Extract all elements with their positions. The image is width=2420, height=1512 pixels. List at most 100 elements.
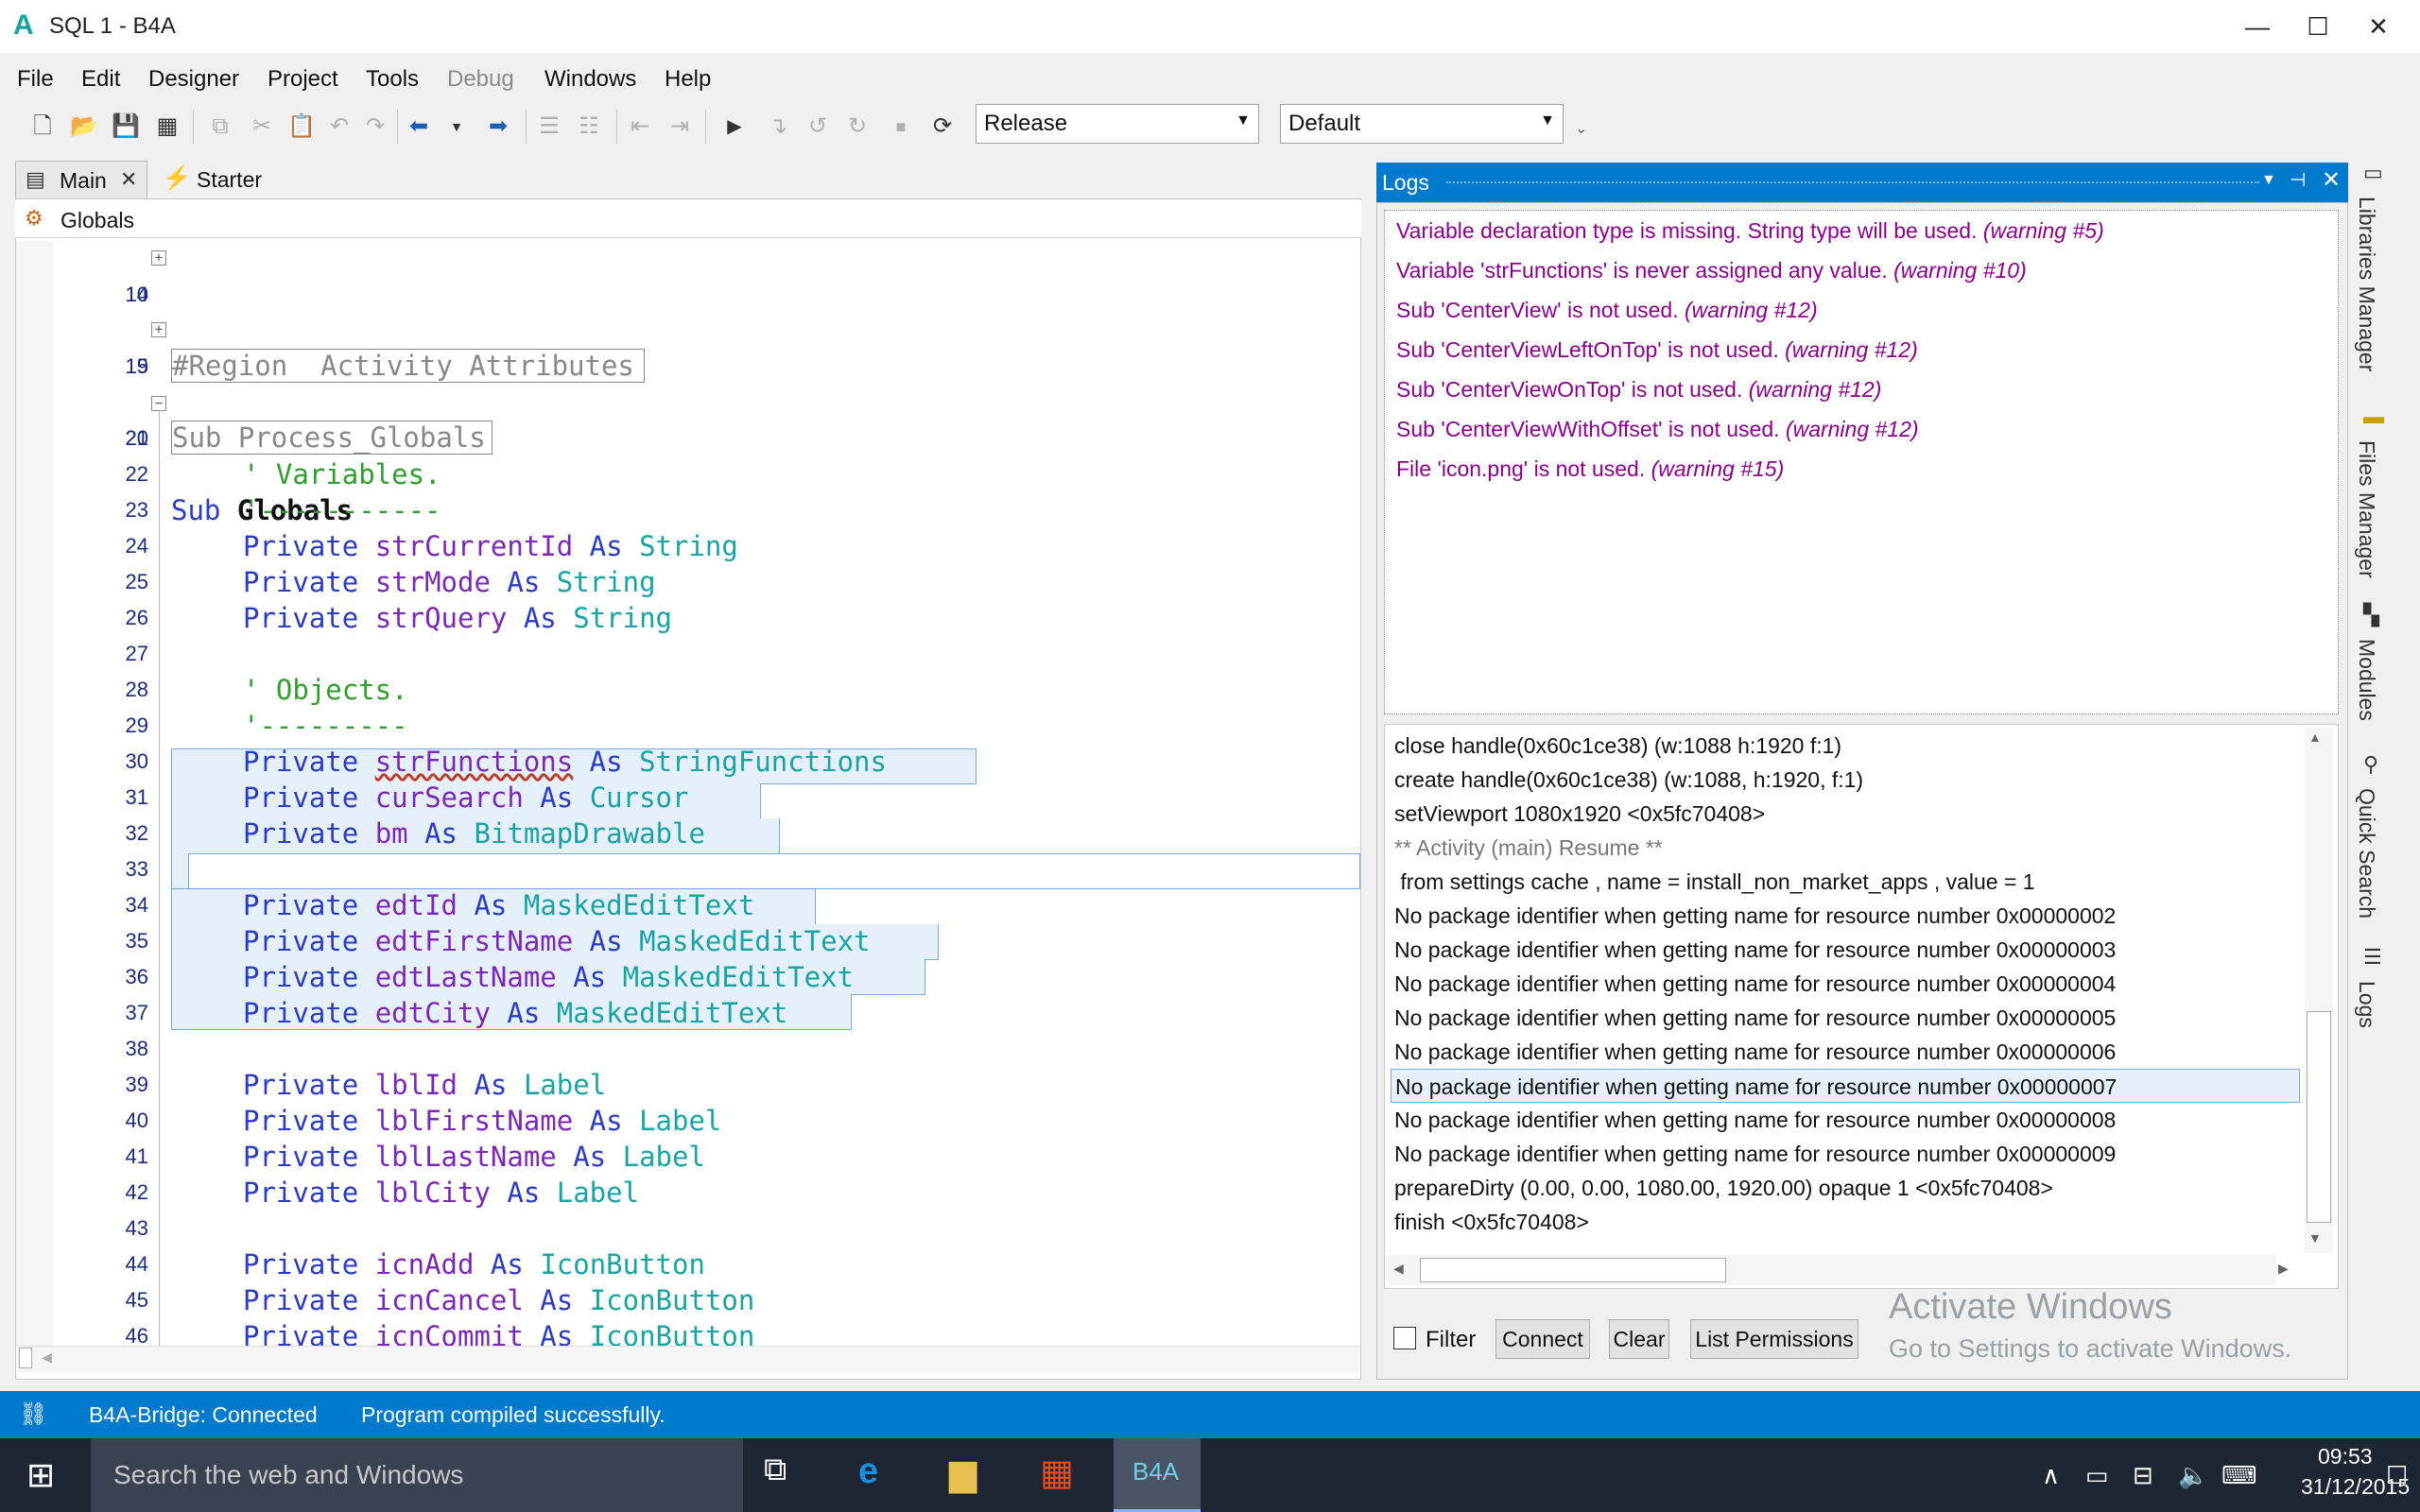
paste-icon[interactable]: 📋 (285, 111, 318, 143)
code-line[interactable]: 24 Private strCurrentId As String (16, 528, 1360, 564)
breadcrumb[interactable]: ⚙ Globals (15, 200, 1361, 238)
warning-item[interactable]: Variable 'strFunctions' is never assigne… (1396, 258, 2027, 284)
code-line[interactable]: 31 Private curSearch As Cursor (16, 780, 1360, 816)
app-icon-taskbar[interactable]: ▦ (1040, 1452, 1074, 1494)
redo-icon[interactable]: ↷ (359, 111, 391, 143)
task-view-icon[interactable]: ⧉ (764, 1452, 786, 1488)
export-zip-icon[interactable]: ▦ (151, 111, 183, 143)
network-icon[interactable]: ⊟ (2133, 1461, 2153, 1490)
code-line[interactable]: 29 '--------- (16, 708, 1360, 744)
log-entry[interactable]: No package identifier when getting name … (1394, 1035, 2116, 1069)
warnings-list[interactable]: Variable declaration type is missing. St… (1384, 210, 2339, 714)
close-tab-icon[interactable]: ✕ (120, 167, 137, 192)
log-entry[interactable]: prepareDirty (0.00, 0.00, 1080.00, 1920.… (1394, 1171, 2053, 1205)
drag-grip[interactable] (1446, 181, 2259, 183)
expand-icon[interactable]: + (151, 322, 166, 337)
log-entry[interactable]: No package identifier when getting name … (1394, 1137, 2116, 1171)
log-entry[interactable]: finish <0x5fc70408> (1394, 1205, 1589, 1239)
filter-checkbox[interactable] (1393, 1327, 1416, 1349)
panel-menu-icon[interactable]: ▼ (2261, 172, 2276, 189)
menu-designer[interactable]: Designer (148, 66, 239, 93)
scroll-thumb[interactable] (19, 1348, 32, 1368)
menu-tools[interactable]: Tools (366, 66, 419, 93)
code-line[interactable]: 36 Private edtLastName As MaskedEditText (16, 959, 1360, 995)
scroll-thumb[interactable] (2307, 1011, 2331, 1223)
log-list[interactable]: close handle(0x60c1ce38) (w:1088 h:1920 … (1384, 724, 2339, 1289)
code-line[interactable]: 42 Private lblCity As Label (16, 1175, 1360, 1211)
scroll-left-icon[interactable]: ◀ (42, 1349, 52, 1366)
scroll-down-icon[interactable]: ▼ (2308, 1230, 2322, 1246)
close-button[interactable]: ✕ (2350, 6, 2407, 47)
code-line[interactable]: 25 Private strMode As String (16, 564, 1360, 600)
code-line[interactable]: 40 Private lblFirstName As Label (16, 1103, 1360, 1139)
code-line[interactable]: 33 (16, 851, 1360, 887)
menu-help[interactable]: Help (665, 66, 711, 93)
side-tab-logs[interactable]: Logs (2354, 981, 2379, 1028)
copy-icon[interactable]: ⧉ (204, 111, 236, 143)
menu-edit[interactable]: Edit (81, 66, 120, 93)
editor-horizontal-scrollbar[interactable] (17, 1346, 1359, 1373)
log-entry[interactable]: setViewport 1080x1920 <0x5fc70408> (1394, 797, 1765, 831)
warning-item[interactable]: Variable declaration type is missing. St… (1396, 218, 2104, 244)
restart-icon[interactable]: ⟳ (926, 111, 959, 143)
warning-item[interactable]: Sub 'CenterViewWithOffset' is not used. … (1396, 417, 1919, 442)
scroll-up-icon[interactable]: ▲ (2308, 730, 2322, 745)
code-line[interactable]: 43 (16, 1211, 1360, 1246)
undo-icon[interactable]: ↶ (323, 111, 355, 143)
code-line[interactable]: 35 Private edtFirstName As MaskedEditText (16, 923, 1360, 959)
code-line[interactable]: 30 Private strFunctions As StringFunction… (16, 744, 1360, 780)
code-line[interactable]: 26 Private strQuery As String (16, 600, 1360, 636)
navigate-dropdown-icon[interactable]: ▼ (441, 111, 473, 143)
cut-icon[interactable]: ✂ (246, 111, 278, 143)
step-out-icon[interactable]: ↻ (841, 111, 873, 143)
code-line[interactable]: 28 ' Objects. (16, 672, 1360, 708)
scroll-thumb[interactable] (1420, 1258, 1726, 1282)
pin-icon[interactable]: ⊣ (2290, 168, 2306, 192)
stop-icon[interactable]: ■ (885, 111, 917, 143)
b4a-taskbar-button[interactable]: B4A (1114, 1438, 1201, 1512)
volume-icon[interactable]: 🔈 (2178, 1461, 2208, 1490)
file-explorer-icon[interactable]: ▆ (949, 1452, 977, 1494)
code-line[interactable]: 32 Private bm As BitmapDrawable (16, 816, 1360, 851)
warning-item[interactable]: File 'icon.png' is not used. (warning #1… (1396, 456, 1784, 482)
edge-browser-icon[interactable]: e (858, 1452, 878, 1492)
close-panel-icon[interactable]: ✕ (2322, 166, 2341, 194)
list-permissions-button[interactable]: List Permissions (1690, 1319, 1858, 1359)
comment-block-icon[interactable]: ☰ (533, 111, 565, 143)
log-entry[interactable]: No package identifier when getting name … (1394, 967, 2116, 1001)
step-in-icon[interactable]: ↴ (762, 111, 794, 143)
tab-main[interactable]: ▤ Main ✕ (15, 161, 147, 198)
menu-debug[interactable]: Debug (447, 66, 514, 93)
log-entry[interactable]: No package identifier when getting name … (1391, 1069, 2300, 1103)
side-tab-files-manager[interactable]: Files Manager (2354, 440, 2379, 578)
save-icon[interactable]: 💾 (110, 111, 142, 143)
side-tab-modules[interactable]: Modules (2354, 639, 2379, 721)
log-entry[interactable]: No package identifier when getting name … (1394, 1103, 2116, 1137)
windows-start-icon[interactable]: ⊞ (26, 1455, 55, 1495)
build-config-select[interactable]: Release ▼ (976, 104, 1259, 144)
code-line[interactable]: 38 (16, 1031, 1360, 1067)
scroll-left-icon[interactable]: ◀ (1393, 1261, 1404, 1277)
uncomment-block-icon[interactable]: ☷ (573, 111, 605, 143)
log-entry[interactable]: No package identifier when getting name … (1394, 899, 2116, 933)
code-view[interactable]: 10 + #Region Activity Attributes 14 15 +… (16, 241, 1360, 1347)
code-line[interactable]: 15 + Sub Process_Globals (16, 313, 1360, 455)
open-project-icon[interactable]: 📂 (68, 111, 100, 143)
new-project-icon[interactable]: 🗋 (26, 111, 59, 143)
code-line[interactable]: 39 Private lblId As Label (16, 1067, 1360, 1103)
toolbar-overflow-icon[interactable]: ⌄ (1575, 119, 1587, 138)
menu-file[interactable]: File (17, 66, 54, 93)
code-line[interactable]: 10 + #Region Activity Attributes (16, 241, 1360, 383)
code-line[interactable]: 37 Private edtCity As MaskedEditText (16, 995, 1360, 1031)
outdent-icon[interactable]: ⇤ (624, 111, 656, 143)
code-line[interactable]: 45 Private icnCancel As IconButton (16, 1282, 1360, 1318)
connect-button[interactable]: Connect (1495, 1319, 1590, 1359)
log-entry[interactable]: create handle(0x60c1ce38) (w:1088, h:192… (1394, 763, 1863, 797)
log-entry[interactable]: from settings cache , name = install_non… (1394, 865, 2034, 899)
menu-project[interactable]: Project (268, 66, 338, 93)
warning-item[interactable]: Sub 'CenterView' is not used. (warning #… (1396, 298, 1818, 323)
tray-overflow-icon[interactable]: ∧ (2042, 1461, 2060, 1490)
clear-button[interactable]: Clear (1609, 1319, 1669, 1359)
indent-icon[interactable]: ⇥ (664, 111, 696, 143)
run-icon[interactable]: ▶ (718, 111, 751, 143)
